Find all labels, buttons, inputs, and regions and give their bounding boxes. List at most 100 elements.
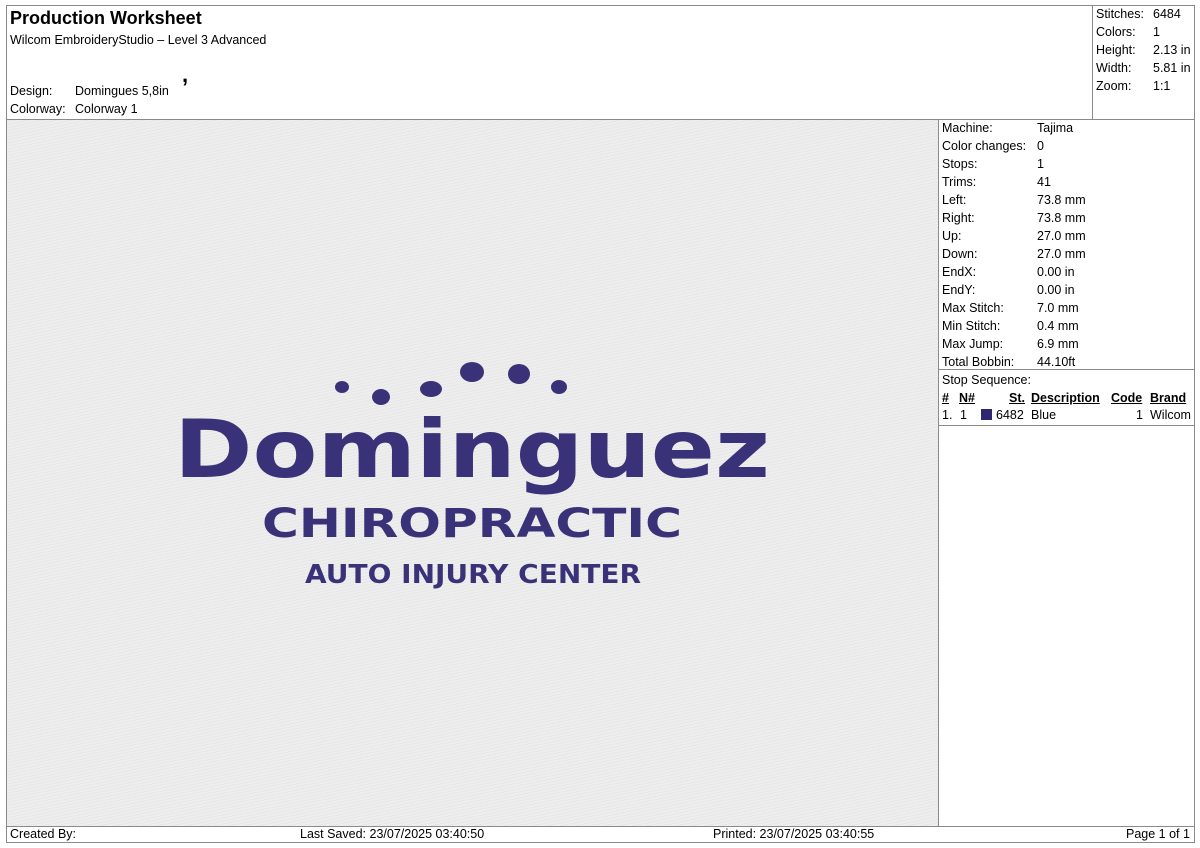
printed-date: Printed: 23/07/2025 03:40:55 <box>713 827 875 841</box>
info-row: Max Stitch: 7.0 mm <box>942 301 1079 315</box>
stop-row-num: 1. <box>942 408 953 422</box>
info-row: Trims: 41 <box>942 175 1051 189</box>
design-label: Design: <box>10 84 53 98</box>
info-row: EndX: 0.00 in <box>942 265 1075 279</box>
dot-icon <box>508 364 530 384</box>
stat-value: 6484 <box>1153 7 1181 21</box>
color-swatch <box>981 409 992 420</box>
info-label: Trims: <box>942 175 977 189</box>
info-label: Down: <box>942 247 978 261</box>
info-value: 41 <box>1037 175 1051 189</box>
info-row: Total Bobbin: 44.10ft <box>942 355 1075 369</box>
stop-header-needle: N# <box>959 391 975 405</box>
stop-row-needle: 1 <box>960 408 967 422</box>
stat-stitches: Stitches: 6484 <box>1096 7 1181 21</box>
colorway-label: Colorway: <box>10 102 66 116</box>
stop-header-code: Code <box>1111 391 1143 405</box>
info-label: Stops: <box>942 157 978 171</box>
info-value: Tajima <box>1037 121 1074 135</box>
stat-width: Width: 5.81 in <box>1096 61 1191 75</box>
info-value: 1 <box>1037 157 1044 171</box>
stop-header-stitches: St. <box>1009 391 1025 405</box>
divider <box>7 826 1194 827</box>
info-value: 27.0 mm <box>1037 247 1086 261</box>
stat-value: 2.13 in <box>1153 43 1191 57</box>
software-name: Wilcom EmbroideryStudio – Level 3 Advanc… <box>10 33 267 47</box>
info-label: Right: <box>942 211 975 225</box>
stat-label: Height: <box>1096 43 1136 57</box>
stat-label: Stitches: <box>1096 7 1144 21</box>
info-value: 0.4 mm <box>1037 319 1079 333</box>
stat-zoom: Zoom: 1:1 <box>1096 79 1170 93</box>
info-value: 73.8 mm <box>1037 211 1086 225</box>
colorway-row: Colorway: Colorway 1 <box>10 102 138 116</box>
design-row: Design: Domingues 5,8in <box>10 84 169 98</box>
page-title: Production Worksheet <box>10 8 202 28</box>
stat-colors: Colors: 1 <box>1096 25 1160 39</box>
divider <box>939 369 1194 370</box>
info-value: 73.8 mm <box>1037 193 1086 207</box>
stop-sequence-title: Stop Sequence: <box>942 373 1031 387</box>
stat-label: Zoom: <box>1096 79 1132 93</box>
stop-row-description: Blue <box>1031 408 1057 422</box>
info-row: Color changes: 0 <box>942 139 1044 153</box>
embroidery-logo: Dominguez CHIROPRACTIC AUTO INJURY CENTE… <box>174 362 770 590</box>
info-row: Up: 27.0 mm <box>942 229 1086 243</box>
stat-value: 1:1 <box>1153 79 1171 93</box>
info-value: 0.00 in <box>1037 265 1075 279</box>
logo-tagline-text: AUTO INJURY CENTER <box>305 560 641 590</box>
info-label: Min Stitch: <box>942 319 1001 333</box>
stop-header-brand: Brand <box>1150 391 1187 405</box>
info-row: Left: 73.8 mm <box>942 193 1086 207</box>
info-label: Total Bobbin: <box>942 355 1015 369</box>
info-value: 44.10ft <box>1037 355 1076 369</box>
dot-icon <box>335 381 349 393</box>
created-by: Created By: <box>10 827 77 841</box>
stop-header-num: # <box>942 391 949 405</box>
stat-label: Width: <box>1096 61 1132 75</box>
colorway-value: Colorway 1 <box>75 102 138 116</box>
stat-label: Colors: <box>1096 25 1136 39</box>
header-mark: , <box>182 62 189 87</box>
stop-row-brand: Wilcom <box>1150 408 1191 422</box>
info-label: Up: <box>942 229 962 243</box>
stat-height: Height: 2.13 in <box>1096 43 1191 57</box>
last-saved: Last Saved: 23/07/2025 03:40:50 <box>300 827 485 841</box>
dot-icon <box>420 381 442 397</box>
info-label: Max Stitch: <box>942 301 1004 315</box>
dot-icon <box>551 380 567 394</box>
info-value: 27.0 mm <box>1037 229 1086 243</box>
info-label: EndY: <box>942 283 976 297</box>
logo-subtitle-text: CHIROPRACTIC <box>262 501 682 547</box>
dots-arc <box>335 362 567 405</box>
info-value: 7.0 mm <box>1037 301 1079 315</box>
info-row: Machine: Tajima <box>942 121 1073 135</box>
info-row: Right: 73.8 mm <box>942 211 1086 225</box>
worksheet-header: Production Worksheet Wilcom EmbroiderySt… <box>7 6 1092 119</box>
stop-header-description: Description <box>1031 391 1100 405</box>
info-label: Left: <box>942 193 967 207</box>
info-label: EndX: <box>942 265 977 279</box>
dot-icon <box>460 362 484 382</box>
info-label: Color changes: <box>942 139 1027 153</box>
info-label: Machine: <box>942 121 993 135</box>
design-value: Domingues 5,8in <box>75 84 169 98</box>
stat-value: 5.81 in <box>1153 61 1191 75</box>
info-value: 0 <box>1037 139 1044 153</box>
design-preview: Dominguez CHIROPRACTIC AUTO INJURY CENTE… <box>7 120 938 826</box>
stop-row-code: 1 <box>1136 408 1143 422</box>
stop-row-stitches: 6482 <box>996 408 1024 422</box>
info-value: 6.9 mm <box>1037 337 1079 351</box>
stat-value: 1 <box>1153 25 1160 39</box>
info-row: Down: 27.0 mm <box>942 247 1086 261</box>
design-stats: Stitches: 6484 Colors: 1 Height: 2.13 in Wi… <box>1092 6 1195 119</box>
info-value: 0.00 in <box>1037 283 1075 297</box>
info-row: Max Jump: 6.9 mm <box>942 337 1079 351</box>
divider <box>939 425 1194 426</box>
info-row: Stops: 1 <box>942 157 1044 171</box>
page-number: Page 1 of 1 <box>1126 827 1190 841</box>
info-row: Min Stitch: 0.4 mm <box>942 319 1079 333</box>
info-row: EndY: 0.00 in <box>942 283 1075 297</box>
production-worksheet: Production Worksheet Wilcom EmbroiderySt… <box>6 5 1195 843</box>
info-label: Max Jump: <box>942 337 1004 351</box>
